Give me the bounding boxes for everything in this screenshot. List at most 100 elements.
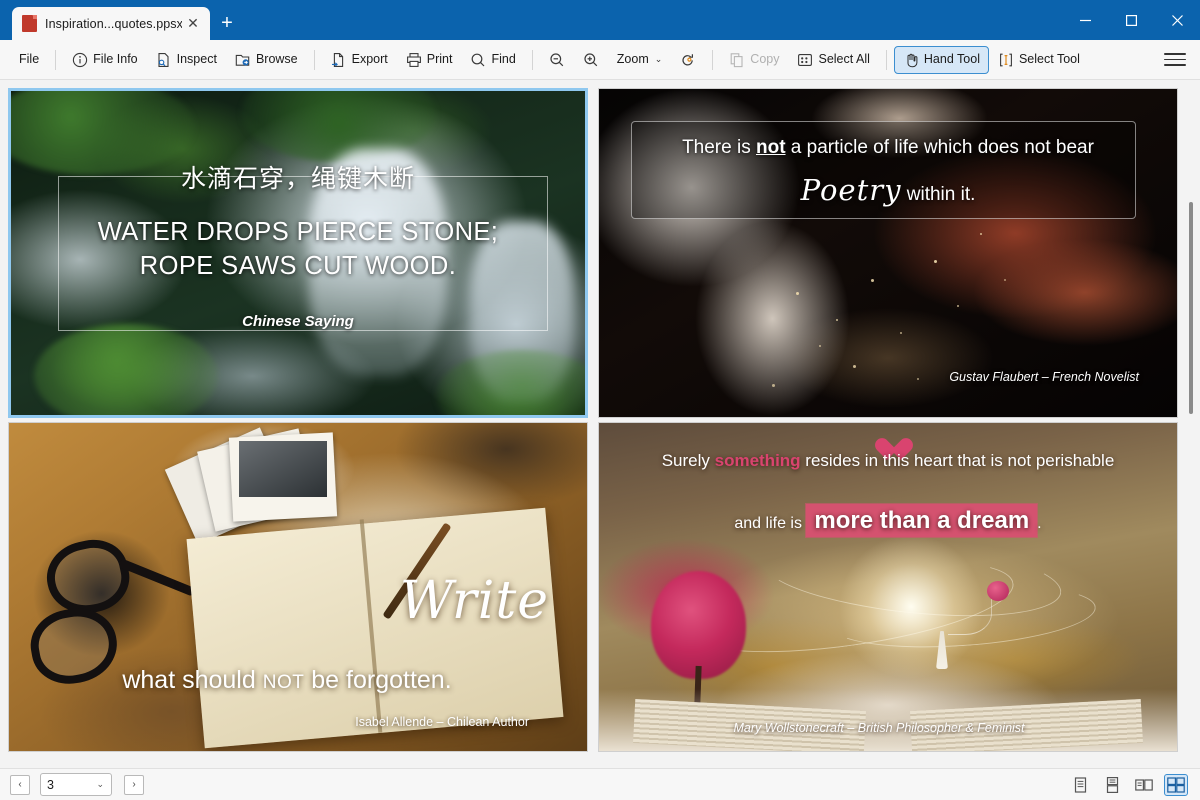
two-page-continuous-icon (1167, 776, 1185, 793)
balloon (987, 581, 1009, 601)
main-toolbar: File File Info Inspect Browse Export Pri… (0, 40, 1200, 80)
new-tab-button[interactable]: + (210, 7, 244, 40)
slide-4-line1-part-b: resides in this heart that is not perish… (800, 451, 1115, 470)
scrollbar-thumb[interactable] (1189, 202, 1193, 414)
slide-1-english-line-1: WATER DROPS PIERCE STONE; (97, 218, 499, 246)
inspect-icon (158, 52, 169, 67)
zoom-in-button[interactable] (574, 46, 608, 74)
zoom-out-button[interactable] (540, 46, 574, 74)
slide-3-line2-smallcaps: NOT (262, 672, 305, 693)
slide-3-attribution: Isabel Allende – Chilean Author (355, 715, 529, 729)
slide-3-line2-part-a: what should (122, 666, 263, 694)
title-bar: Inspiration...quotes.ppsx ✕ + (0, 0, 1200, 40)
slide-4-line-1: Surely something resides in this heart t… (613, 451, 1163, 471)
zoom-in-icon (584, 52, 598, 66)
printer-icon (406, 52, 421, 67)
search-icon (472, 53, 485, 66)
slide-2-line1-part-b: a particle of life which does not bear (785, 137, 1094, 158)
vertical-scrollbar[interactable] (1184, 80, 1198, 768)
slide-2-script-word: Poetry (800, 173, 902, 207)
chevron-down-icon: ⌄ (654, 54, 663, 64)
slide-3-line-2: what should NOT be forgotten. (9, 666, 565, 695)
file-info-button[interactable]: File Info (63, 46, 146, 74)
single-page-icon (1074, 776, 1086, 793)
slide-3[interactable]: Write what should NOT be forgotten. Isab… (8, 422, 588, 752)
slide-1-english-text: WATER DROPS PIERCE STONE; ROPE SAWS CUT … (11, 216, 585, 283)
document-tab[interactable]: Inspiration...quotes.ppsx ✕ (12, 7, 210, 40)
slide-3-script-word: Write (399, 571, 549, 631)
page-number-select[interactable]: 3 ⌄ (40, 773, 112, 796)
slide-1[interactable]: 水滴石穿，绳键木断 WATER DROPS PIERCE STONE; ROPE… (8, 88, 588, 418)
tab-close-icon[interactable]: ✕ (182, 13, 204, 35)
export-button[interactable]: Export (322, 46, 397, 74)
slide-4-line1-highlight: something (714, 451, 801, 470)
slide-grid: 水滴石穿，绳键木断 WATER DROPS PIERCE STONE; ROPE… (8, 88, 1178, 752)
slide-4[interactable]: Surely something resides in this heart t… (598, 422, 1178, 752)
view-two-page-continuous-button[interactable] (1164, 773, 1188, 796)
toolbar-separator (55, 49, 57, 70)
view-mode-group (1068, 773, 1188, 796)
slide-4-line2-part-a: and life is (734, 515, 807, 532)
browse-button[interactable]: Browse (226, 46, 307, 74)
folder-arrow-icon (235, 54, 250, 66)
select-tool-label: Select Tool (1018, 52, 1080, 67)
slide-2-line2-rest: within it. (901, 184, 976, 205)
copy-label: Copy (750, 52, 780, 67)
toolbar-separator (885, 49, 887, 70)
hand-tool-button[interactable]: Hand Tool (893, 45, 989, 74)
info-circle-icon (73, 52, 88, 67)
slide-2-line-2: Poetry within it. (599, 173, 1177, 207)
export-icon (331, 52, 343, 67)
page-number-value: 3 (47, 777, 54, 792)
next-page-button[interactable]: › (124, 774, 144, 795)
copy-icon (730, 52, 743, 67)
export-label: Export (351, 52, 388, 67)
chevron-down-icon: ⌄ (96, 779, 104, 789)
print-label: Print (426, 52, 453, 67)
powerpoint-file-icon (22, 15, 37, 32)
find-button[interactable]: Find (461, 46, 524, 74)
close-icon[interactable] (1154, 0, 1200, 40)
zoom-level-dropdown[interactable]: Zoom ⌄ (608, 46, 672, 74)
select-all-button[interactable]: Select All (788, 46, 878, 74)
zoom-out-icon (550, 52, 564, 66)
tab-title-label: Inspiration...quotes.ppsx (45, 16, 182, 31)
previous-page-button[interactable]: ‹ (10, 774, 30, 795)
view-single-page-button[interactable] (1068, 774, 1092, 796)
file-menu-button[interactable]: File (10, 46, 48, 74)
pink-tree (651, 571, 746, 679)
print-button[interactable]: Print (397, 46, 462, 74)
document-viewport[interactable]: 水滴石穿，绳键木断 WATER DROPS PIERCE STONE; ROPE… (0, 80, 1200, 768)
maximize-icon[interactable] (1108, 0, 1154, 40)
slide-2[interactable]: There is not a particle of life which do… (598, 88, 1178, 418)
find-label: Find (491, 52, 516, 67)
slide-2-attribution: Gustav Flaubert – French Novelist (949, 370, 1139, 384)
toolbar-separator (531, 49, 533, 70)
file-menu-label: File (19, 52, 40, 67)
menu-hamburger-icon[interactable] (1164, 53, 1186, 66)
text-select-icon (1000, 53, 1012, 66)
slide-4-line-2: and life is more than a dream. (613, 504, 1163, 537)
slide-4-attribution: Mary Wollstonecraft – British Philosophe… (733, 721, 1025, 735)
slide-1-chinese-text: 水滴石穿，绳键木断 (11, 159, 585, 195)
inspect-button[interactable]: Inspect (147, 46, 226, 74)
minimize-icon[interactable] (1062, 0, 1108, 40)
view-continuous-button[interactable] (1100, 774, 1124, 796)
app-window: Inspiration...quotes.ppsx ✕ + File File … (0, 0, 1200, 800)
next-page-wrapper: › (124, 774, 144, 795)
rotate-button[interactable] (671, 46, 705, 74)
hand-icon (907, 53, 918, 67)
select-all-label: Select All (818, 52, 870, 67)
file-info-label: File Info (93, 52, 138, 67)
slide-1-attribution-label: Chinese Saying (242, 313, 354, 330)
slide-1-attribution: Chinese Saying (11, 313, 585, 330)
select-tool-button[interactable]: Select Tool (989, 46, 1089, 74)
rotate-icon (682, 53, 694, 65)
copy-button[interactable]: Copy (720, 46, 788, 74)
view-two-page-button[interactable] (1132, 774, 1156, 796)
slide-4-line2-part-b: . (1037, 515, 1042, 532)
slide-4-background-image (599, 423, 1177, 751)
zoom-label: Zoom (616, 52, 649, 67)
continuous-page-icon (1106, 776, 1118, 793)
hand-tool-label: Hand Tool (923, 52, 980, 67)
